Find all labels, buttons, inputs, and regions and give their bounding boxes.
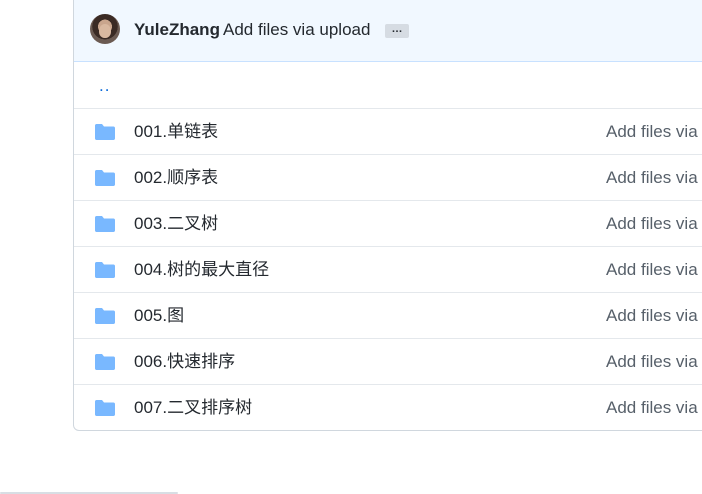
avatar[interactable] — [90, 14, 120, 44]
row-commit-message[interactable]: Add files via — [606, 259, 698, 281]
file-browser: YuleZhang Add files via upload … .. 001.… — [73, 0, 702, 431]
table-row[interactable]: 007.二叉排序树 Add files via — [74, 384, 702, 430]
folder-name[interactable]: 004.树的最大直径 — [134, 259, 269, 281]
expand-commit-button[interactable]: … — [385, 24, 409, 38]
folder-icon — [95, 170, 115, 186]
folder-name[interactable]: 005.图 — [134, 305, 184, 327]
row-commit-message[interactable]: Add files via — [606, 213, 698, 235]
parent-directory-link[interactable]: .. — [99, 76, 110, 96]
folder-icon — [95, 354, 115, 370]
folder-name[interactable]: 003.二叉树 — [134, 213, 218, 235]
table-row[interactable]: 003.二叉树 Add files via — [74, 200, 702, 246]
table-row[interactable]: 002.顺序表 Add files via — [74, 154, 702, 200]
page: YuleZhang Add files via upload … .. 001.… — [0, 0, 702, 494]
folder-icon — [95, 262, 115, 278]
row-commit-message[interactable]: Add files via — [606, 121, 698, 143]
table-row[interactable]: 005.图 Add files via — [74, 292, 702, 338]
row-commit-message[interactable]: Add files via — [606, 167, 698, 189]
folder-icon — [95, 124, 115, 140]
folder-icon — [95, 308, 115, 324]
folder-icon — [95, 216, 115, 232]
row-commit-message[interactable]: Add files via — [606, 305, 698, 327]
commit-author[interactable]: YuleZhang — [134, 19, 220, 41]
row-commit-message[interactable]: Add files via — [606, 351, 698, 373]
row-commit-message[interactable]: Add files via — [606, 397, 698, 419]
parent-directory-row[interactable]: .. — [74, 62, 702, 108]
commit-message[interactable]: Add files via upload — [223, 19, 370, 41]
table-row[interactable]: 006.快速排序 Add files via — [74, 338, 702, 384]
folder-name[interactable]: 006.快速排序 — [134, 351, 235, 373]
table-row[interactable]: 001.单链表 Add files via — [74, 108, 702, 154]
folder-icon — [95, 400, 115, 416]
folder-name[interactable]: 007.二叉排序树 — [134, 397, 252, 419]
table-row[interactable]: 004.树的最大直径 Add files via — [74, 246, 702, 292]
folder-name[interactable]: 001.单链表 — [134, 121, 218, 143]
latest-commit-header: YuleZhang Add files via upload … — [74, 0, 702, 62]
folder-name[interactable]: 002.顺序表 — [134, 167, 218, 189]
